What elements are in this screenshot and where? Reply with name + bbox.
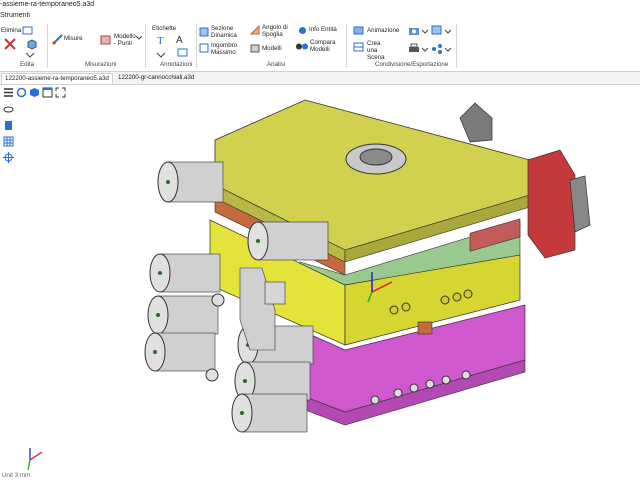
text-tool-icon[interactable]: A — [175, 33, 189, 45]
animation-button[interactable]: Animazione — [367, 27, 399, 34]
dropdown-arrow-icon[interactable] — [445, 47, 451, 53]
compare-models-button[interactable]: Compara Modelli — [310, 39, 336, 53]
cube-edit-icon[interactable] — [26, 38, 38, 50]
fitting-bottom[interactable] — [205, 368, 219, 382]
bounding-box-icon[interactable] — [199, 43, 210, 54]
central-hole — [359, 148, 393, 166]
group-label-edita: Edita — [20, 61, 35, 68]
red-connector[interactable] — [527, 149, 576, 259]
svg-text:T: T — [157, 35, 164, 47]
print-icon[interactable] — [408, 43, 420, 54]
delete-icon[interactable] — [3, 36, 17, 50]
menu-strumenti[interactable]: Strumenti — [0, 11, 30, 21]
draft-angle-button[interactable]: Angolo di Spoglia — [262, 24, 290, 38]
draft-angle-icon[interactable] — [250, 25, 261, 36]
max-bounding-label: Ingombro Massimo — [211, 42, 238, 56]
animation-label: Animazione — [367, 27, 400, 34]
dropdown-arrow-icon[interactable] — [422, 29, 428, 35]
ribbon-separator — [196, 24, 197, 68]
share-icon[interactable] — [431, 43, 443, 54]
draft-angle-label: Angolo di Spoglia — [262, 24, 288, 38]
measure-icon[interactable] — [52, 33, 64, 45]
ribbon-separator — [145, 24, 146, 68]
models-label: Modelli — [262, 45, 282, 52]
fitting-left[interactable] — [211, 293, 225, 307]
info-icon[interactable] — [298, 26, 307, 35]
dropdown-arrow-icon[interactable] — [422, 47, 428, 53]
dropdown-arrow-icon[interactable] — [445, 29, 451, 35]
entity-info-label: Info Entità — [309, 26, 337, 33]
models-icon[interactable] — [250, 43, 261, 54]
labels-label: Etichette — [152, 25, 177, 32]
tab-cannocchiali[interactable]: 122200-gr-cannocchiali.a3d — [115, 73, 197, 83]
delete-label: Elimina — [1, 27, 22, 34]
measures-button[interactable]: Misure — [64, 35, 83, 42]
camera-icon[interactable] — [408, 25, 420, 36]
export-image-icon[interactable] — [431, 25, 443, 36]
model-points-label: Modello - Punti — [114, 33, 136, 47]
menu-bar: Strumenti — [0, 11, 640, 21]
corner-axis-icon — [27, 448, 43, 471]
ribbon-separator — [346, 24, 347, 68]
top-clamp — [459, 102, 493, 143]
valve-body — [264, 281, 286, 305]
create-scene-button[interactable]: Crea una Scena — [367, 40, 391, 61]
delete-button[interactable]: Elimina — [1, 27, 21, 34]
create-scene-label: Crea una Scena — [367, 40, 385, 61]
document-tabs: 122200-assieme-ra-temporaneo5.a3d 122200… — [0, 72, 640, 85]
dropdown-edit-icon[interactable] — [24, 51, 36, 59]
entity-info-button[interactable]: Info Entità — [309, 26, 337, 33]
model-points-button[interactable]: Modello - Punti — [114, 33, 136, 47]
group-label-misurazioni: Misurazioni — [85, 61, 117, 68]
max-bounding-button[interactable]: Ingombro Massimo — [211, 42, 241, 56]
ribbon-separator — [456, 24, 457, 68]
unit-label: Unit 3 mm — [2, 472, 31, 479]
measures-label: Misure — [64, 35, 83, 42]
ribbon-separator — [47, 24, 48, 68]
animation-icon[interactable] — [353, 26, 365, 36]
cylinder-left-1[interactable] — [149, 253, 221, 293]
dropdown-annotation-icon[interactable] — [155, 51, 167, 59]
title-bar: -assieme-ra-temporaneo5.a3d — [0, 0, 640, 9]
select-icon[interactable] — [22, 26, 34, 36]
window-title: -assieme-ra-temporaneo5.a3d — [0, 1, 95, 8]
annotation-box-icon[interactable] — [177, 48, 189, 58]
tab-assieme[interactable]: 122200-assieme-ra-temporaneo5.a3d — [1, 73, 113, 84]
text-annotation-icon[interactable]: T — [155, 33, 169, 47]
compare-icon[interactable] — [295, 41, 309, 52]
cylinder-bottom[interactable] — [231, 393, 308, 433]
section-icon[interactable] — [199, 27, 210, 38]
models-button[interactable]: Modelli — [262, 45, 282, 52]
group-label-analisi: Analisi — [267, 61, 286, 68]
dropdown-arrow-icon[interactable] — [136, 35, 142, 41]
cylinder-left-3[interactable] — [144, 332, 216, 372]
group-label-annotazioni: Annotazioni — [160, 61, 193, 68]
labels-button[interactable]: Etichette — [152, 25, 176, 32]
svg-text:A: A — [176, 35, 183, 45]
model-points-icon[interactable] — [100, 34, 112, 46]
cylinder-left-2[interactable] — [147, 295, 219, 335]
dynamic-section-label: Sezione Dinamica — [211, 25, 237, 39]
dynamic-section-button[interactable]: Sezione Dinamica — [211, 25, 239, 39]
compare-models-label: Compara Modelli — [310, 39, 336, 53]
ribbon: Elimina Edita Misure Modello - Punti Mis… — [0, 21, 640, 72]
3d-model[interactable] — [0, 85, 640, 480]
cylinder-mid-right[interactable] — [247, 221, 329, 261]
group-label-condivisione: Condivisione/Esportazione — [375, 61, 449, 68]
cylinder-top-left[interactable] — [157, 161, 224, 203]
scene-icon[interactable] — [353, 42, 365, 53]
